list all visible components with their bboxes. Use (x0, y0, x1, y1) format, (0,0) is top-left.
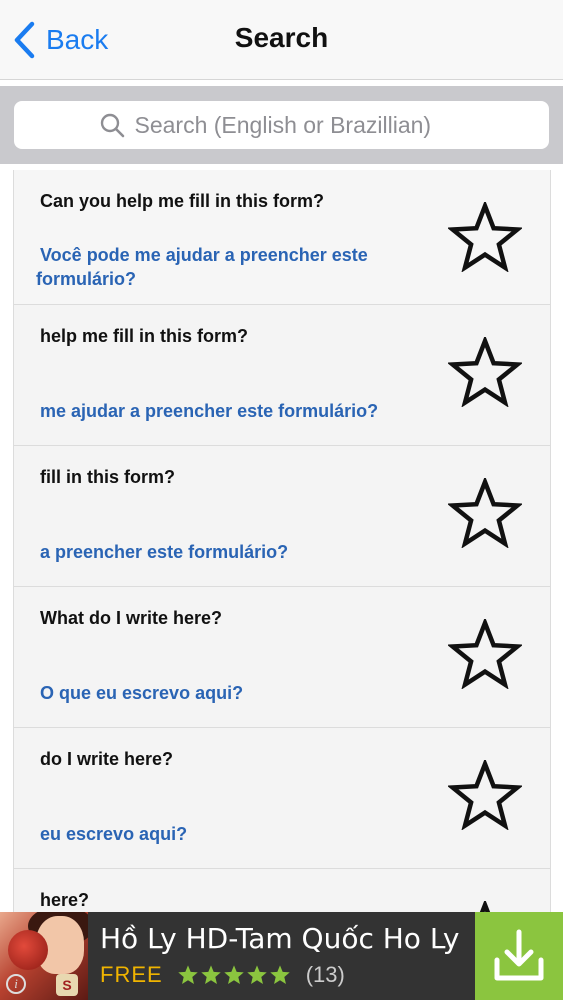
star-outline-icon[interactable] (448, 202, 522, 272)
ad-price-label: FREE (100, 962, 163, 987)
phrase-list-container: Can you help me fill in this form? Você … (0, 164, 563, 912)
review-count: (13) (305, 962, 345, 987)
rating-star-icon (246, 965, 267, 984)
download-icon (494, 929, 544, 981)
info-icon[interactable]: i (6, 974, 26, 994)
list-item[interactable]: do I write here? eu escrevo aqui? (14, 728, 550, 869)
phrase-english: Can you help me fill in this form? (40, 191, 325, 211)
phrase-english: fill in this form? (40, 467, 175, 487)
rating-stars (177, 964, 292, 986)
page-title: Search (234, 22, 329, 53)
phrase-translation: Você pode me ajudar a preencher este for… (36, 245, 368, 289)
phrase-english: do I write here? (40, 749, 174, 769)
phrase-translation: a preencher este formulário? (40, 542, 289, 562)
rating-star-icon (177, 965, 198, 984)
rose-icon (8, 930, 48, 970)
star-outline-icon[interactable] (448, 901, 522, 912)
ad-banner[interactable]: i S Hồ Ly HD-Tam Quốc Ho Ly FREE (13) (0, 912, 563, 1000)
star-outline-icon[interactable] (448, 478, 522, 548)
search-icon (100, 113, 124, 138)
phrase-english: What do I write here? (40, 608, 223, 628)
phrase-english: here? (40, 890, 90, 910)
download-button[interactable] (475, 912, 563, 1000)
phrase-translation: me ajudar a preencher este formulário? (40, 401, 379, 421)
rating-star-icon (200, 965, 221, 984)
list-item[interactable]: help me fill in this form? me ajudar a p… (14, 305, 550, 446)
rating-star-icon (223, 965, 244, 984)
search-bar-container (0, 86, 563, 164)
list-item[interactable]: here? (14, 869, 550, 912)
list-item[interactable]: Can you help me fill in this form? Você … (14, 170, 550, 305)
list-item[interactable]: fill in this form? a preencher este form… (14, 446, 550, 587)
ad-app-thumbnail[interactable]: i S (0, 912, 88, 1000)
ad-subline: FREE (13) (100, 960, 345, 990)
rating-star-icon (269, 965, 290, 984)
search-box[interactable] (14, 101, 549, 149)
phrase-list: Can you help me fill in this form? Você … (13, 170, 551, 912)
ad-title: Hồ Ly HD-Tam Quốc Ho Ly (100, 922, 460, 955)
app-badge-icon: S (56, 974, 78, 996)
phrase-translation: O que eu escrevo aqui? (40, 683, 244, 703)
phrase-translation: eu escrevo aqui? (40, 824, 188, 844)
star-outline-icon[interactable] (448, 619, 522, 689)
list-item[interactable]: What do I write here? O que eu escrevo a… (14, 587, 550, 728)
navigation-bar: Back Search (0, 0, 563, 80)
star-outline-icon[interactable] (448, 760, 522, 830)
phrase-english: help me fill in this form? (40, 326, 249, 346)
search-input[interactable] (134, 111, 465, 139)
star-outline-icon[interactable] (448, 337, 522, 407)
